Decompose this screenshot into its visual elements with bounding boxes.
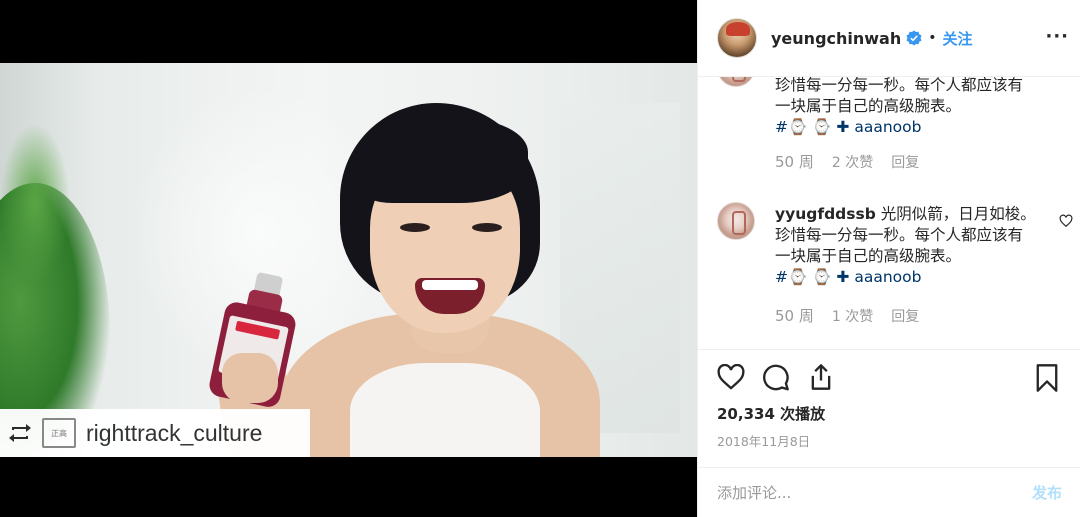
teeth xyxy=(422,280,478,290)
comment-likes[interactable]: 2 次赞 xyxy=(832,152,873,172)
post-button[interactable]: 发布 xyxy=(1032,482,1062,503)
heart-icon[interactable] xyxy=(1059,214,1073,228)
comment-line: yyugfddssb 光阴似箭，日月如梭。 xyxy=(775,204,1050,225)
comment-input[interactable] xyxy=(717,483,1032,502)
comment-line: 一块属于自己的高级腕表。 xyxy=(775,97,962,115)
comment-time[interactable]: 50 周 xyxy=(775,305,814,326)
comment-time[interactable]: 50 周 xyxy=(775,151,814,172)
comment-avatar[interactable] xyxy=(717,202,755,240)
comment-likes[interactable]: 1 次赞 xyxy=(832,306,873,326)
comment-icon[interactable] xyxy=(762,363,790,391)
comments-list[interactable]: 珍惜每一分每一秒。每个人都应该有 一块属于自己的高级腕表。 #⌚ ⌚ ✚ aaa… xyxy=(698,77,1080,349)
comment-tags[interactable]: #⌚ ⌚ ✚ aaanoob xyxy=(775,117,1050,138)
repost-account-name: righttrack_culture xyxy=(86,419,263,446)
comment-line-text: 光阴似箭，日月如梭。 xyxy=(880,205,1036,223)
verified-badge-icon xyxy=(906,30,922,46)
share-icon[interactable] xyxy=(807,363,835,391)
comment-meta: 50 周 2 次赞 回复 xyxy=(775,151,919,172)
action-icons xyxy=(717,363,835,391)
comment-text: 珍惜每一分每一秒。每个人都应该有 一块属于自己的高级腕表。 #⌚ ⌚ ✚ aaa… xyxy=(775,77,1050,138)
repost-icon xyxy=(6,419,34,447)
username[interactable]: yeungchinwah xyxy=(771,29,901,48)
reply-button[interactable]: 回复 xyxy=(891,306,919,326)
tank-top xyxy=(350,363,540,457)
reply-button[interactable]: 回复 xyxy=(891,152,919,172)
post-media[interactable]: 正高 righttrack_culture xyxy=(0,0,697,517)
post-date[interactable]: 2018年11月8日 xyxy=(717,431,810,450)
bookmark-icon[interactable] xyxy=(1034,363,1062,392)
comment-avatar[interactable] xyxy=(717,77,755,87)
comment-username[interactable]: yyugfddssb xyxy=(775,205,876,223)
hand xyxy=(222,353,278,403)
repost-banner: 正高 righttrack_culture xyxy=(0,409,310,457)
comment-meta: 50 周 1 次赞 回复 xyxy=(775,305,919,326)
comment-text: yyugfddssb 光阴似箭，日月如梭。 珍惜每一分每一秒。每个人都应该有 一… xyxy=(775,204,1050,288)
dot-separator: • xyxy=(928,30,937,46)
comment-line: 珍惜每一分每一秒。每个人都应该有 xyxy=(775,226,1024,244)
video-frame[interactable] xyxy=(0,63,697,457)
heart-icon[interactable] xyxy=(717,363,745,391)
avatar[interactable] xyxy=(717,18,757,58)
plant-leaves-top xyxy=(0,123,70,283)
more-options-icon[interactable]: ··· xyxy=(1045,26,1069,47)
add-comment-bar: 发布 xyxy=(698,467,1080,517)
right-eye xyxy=(472,223,502,232)
post-header: yeungchinwah • 关注 ··· xyxy=(698,0,1080,77)
comment-line: 珍惜每一分每一秒。每个人都应该有 xyxy=(775,77,1024,94)
play-count[interactable]: 20,334 次播放 xyxy=(717,403,825,424)
left-eye xyxy=(400,223,430,232)
follow-button[interactable]: 关注 xyxy=(943,28,973,49)
repost-account-logo: 正高 xyxy=(42,418,76,448)
comment-tags[interactable]: #⌚ ⌚ ✚ aaanoob xyxy=(775,267,1050,288)
comment-line: 一块属于自己的高级腕表。 xyxy=(775,247,962,265)
woman-figure xyxy=(240,63,620,457)
post-side-panel: yeungchinwah • 关注 ··· 珍惜每一分每一秒。每个人都应该有 一… xyxy=(697,0,1080,517)
actions-section: 20,334 次播放 2018年11月8日 xyxy=(698,349,1080,449)
